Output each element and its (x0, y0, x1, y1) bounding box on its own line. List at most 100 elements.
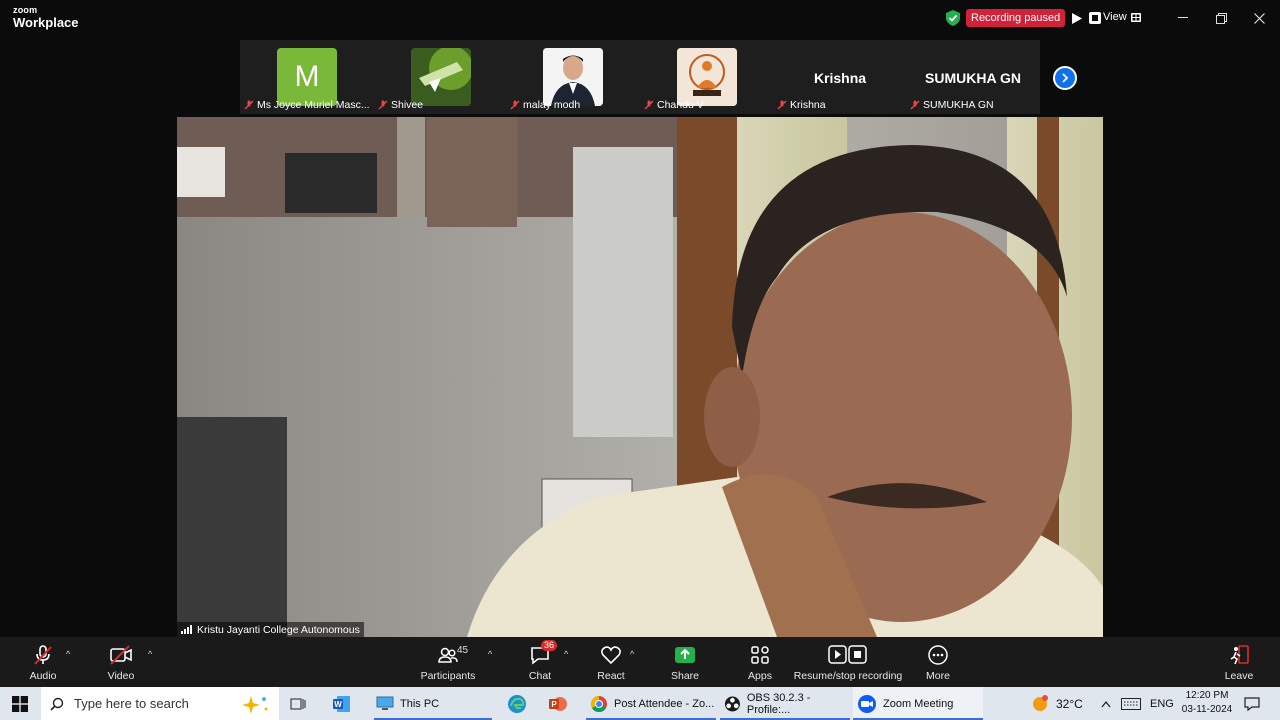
more-label: More (926, 670, 950, 682)
minimize-button[interactable] (1173, 8, 1193, 28)
next-page-button[interactable] (1053, 66, 1077, 90)
taskbar-search-box[interactable]: Type here to search (41, 687, 279, 720)
obs-icon (724, 696, 740, 711)
participant-tile[interactable]: Krishna Krishna (773, 40, 907, 114)
avatar (677, 48, 737, 106)
mic-muted-icon (30, 643, 56, 667)
restore-button[interactable] (1211, 8, 1231, 28)
edge-app-button[interactable] (507, 687, 527, 720)
clock-date: 03-11-2024 (1181, 704, 1233, 715)
participant-tile[interactable]: SUMUKHA GN SUMUKHA GN (906, 40, 1040, 114)
participant-tile[interactable]: Shivee (374, 40, 508, 114)
windows-logo-icon (12, 695, 28, 712)
video-label: Video (107, 670, 135, 682)
task-view-icon (290, 698, 306, 709)
zoom-logo: zoom Workplace (13, 5, 79, 30)
tray-overflow-button[interactable] (1101, 687, 1111, 720)
resume-stop-recording-button[interactable]: Resume/stop recording (788, 643, 908, 682)
react-options-caret[interactable]: ^ (630, 649, 634, 659)
participant-caption: SUMUKHA GN (910, 99, 994, 111)
leave-label: Leave (1224, 670, 1254, 682)
participant-name: Krishna (790, 99, 826, 111)
clock-time: 12:20 PM (1185, 690, 1229, 701)
stop-recording-button[interactable] (1089, 12, 1102, 24)
active-speaker-video[interactable] (177, 117, 1103, 637)
word-app-button[interactable]: W (333, 687, 351, 720)
video-participant-name: Kristu Jayanti College Autonomous (197, 623, 360, 636)
language-indicator[interactable]: ENG (1150, 687, 1174, 720)
participant-name: malay modh (523, 99, 581, 111)
share-screen-icon (672, 643, 698, 667)
zoom-app-icon (858, 694, 876, 713)
signal-strength-icon (181, 625, 192, 634)
stop-icon (1089, 12, 1102, 24)
taskbar-app-this-pc[interactable]: This PC (374, 687, 492, 720)
logo-top-text: zoom (13, 5, 38, 15)
view-label: View (1103, 11, 1127, 23)
participant-tile[interactable]: malay modh (506, 40, 640, 114)
apps-label: Apps (748, 670, 772, 682)
recording-label: Resume/stop recording (793, 670, 903, 682)
heart-icon (598, 643, 624, 667)
powerpoint-icon: P (549, 696, 567, 711)
play-stop-icon (828, 643, 868, 667)
avatar-photo-icon (543, 48, 603, 106)
taskbar-app-post-attendee[interactable]: Post Attendee - Zo... (586, 687, 716, 720)
video-button[interactable]: Video (76, 643, 166, 682)
taskbar-app-label: Zoom Meeting (883, 697, 954, 710)
shield-check-icon (946, 10, 960, 26)
edge-browser-icon (508, 694, 526, 713)
participants-options-caret[interactable]: ^ (488, 649, 492, 659)
notifications-button[interactable] (1244, 687, 1260, 720)
start-button[interactable] (12, 687, 28, 720)
search-placeholder: Type here to search (74, 696, 189, 711)
close-button[interactable] (1249, 8, 1269, 28)
leave-icon (1226, 643, 1252, 667)
taskbar-app-obs[interactable]: OBS 30.2.3 - Profile:... (720, 687, 850, 720)
participant-tile[interactable]: Chandu V (640, 40, 774, 114)
avatar: M (277, 48, 337, 106)
chrome-icon (590, 695, 607, 712)
computer-icon (376, 696, 394, 710)
chat-icon: 36 (527, 640, 558, 667)
sparkle-icon (242, 695, 268, 714)
mic-muted-icon (777, 100, 787, 110)
participant-thumbnail-strip: M Ms Joyce Muriel Masc... Shivee malay m… (240, 40, 1040, 114)
view-button[interactable]: View (1103, 11, 1141, 23)
language-label: ENG (1150, 697, 1174, 710)
title-bar: zoom Workplace Recording paused View (0, 0, 1280, 38)
participant-caption: Chandu V (644, 99, 704, 111)
resume-recording-button[interactable] (1071, 12, 1083, 24)
avatar (411, 48, 471, 106)
participant-name: Chandu V (657, 99, 704, 111)
logo-bottom-text: Workplace (13, 15, 79, 30)
task-view-button[interactable] (290, 687, 306, 720)
audio-options-caret[interactable]: ^ (66, 649, 70, 659)
chevron-up-icon (1101, 700, 1111, 707)
keyboard-button[interactable] (1121, 687, 1141, 720)
audio-button[interactable]: Audio (0, 643, 88, 682)
leave-button[interactable]: Leave (1194, 643, 1280, 682)
meeting-toolbar: Audio ^ Video ^ 45 Participants ^ 36 Cha… (0, 637, 1280, 687)
apps-icon (747, 643, 773, 667)
grid-view-icon (1130, 12, 1141, 22)
taskbar-app-zoom-meeting[interactable]: Zoom Meeting (853, 687, 983, 720)
notification-icon (1244, 696, 1260, 711)
powerpoint-app-button[interactable]: P (549, 687, 567, 720)
share-label: Share (670, 670, 700, 682)
more-icon (925, 643, 951, 667)
system-clock[interactable]: 12:20 PM 03-11-2024 (1176, 689, 1238, 717)
participants-button[interactable]: 45 Participants (403, 643, 493, 682)
participant-tile[interactable]: M Ms Joyce Muriel Masc... (240, 40, 374, 114)
weather-sun-icon (1033, 694, 1048, 711)
weather-widget[interactable]: 32°C (1030, 687, 1083, 720)
video-off-icon (108, 643, 134, 667)
windows-taskbar: Type here to search W This PC P Post Att… (0, 687, 1280, 720)
taskbar-app-label: Post Attendee - Zo... (614, 697, 715, 710)
video-options-caret[interactable]: ^ (148, 649, 152, 659)
play-icon (1072, 12, 1083, 24)
word-icon: W (333, 695, 350, 712)
participants-icon: 45 (435, 643, 468, 667)
more-button[interactable]: More (893, 643, 983, 682)
participant-caption: malay modh (510, 99, 580, 111)
